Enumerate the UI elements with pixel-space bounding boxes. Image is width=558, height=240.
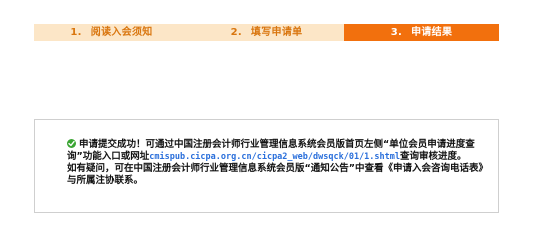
result-panel: 申请提交成功！可通过中国注册会计师行业管理信息系统会员版首页左侧“单位会员申请进… (34, 119, 499, 213)
progress-steps: 1. 阅读入会须知 2. 填写申请单 3. 申请结果 (34, 24, 499, 41)
step-label: 阅读入会须知 (90, 27, 153, 38)
step-label: 申请结果 (411, 27, 453, 38)
step-label: 填写申请单 (250, 27, 303, 38)
step-fill-application: 2. 填写申请单 (189, 24, 344, 41)
step-number: 1. (70, 27, 82, 38)
result-message: 申请提交成功！可通过中国注册会计师行业管理信息系统会员版首页左侧“单位会员申请进… (67, 139, 491, 187)
progress-query-link[interactable]: cmispub.cicpa.org.cn/cicpa2_web/dwsqck/0… (149, 152, 400, 162)
step-read-notice: 1. 阅读入会须知 (34, 24, 189, 41)
check-circle-icon (67, 139, 76, 148)
step-number: 3. (390, 27, 403, 38)
help-message: 如有疑问，可在中国注册会计师行业管理信息系统会员版“通知公告”中查看《申请入会咨… (67, 163, 488, 186)
step-application-result: 3. 申请结果 (344, 24, 499, 41)
step-number: 2. (230, 27, 242, 38)
success-message-end: 查询审核进度。 (400, 151, 467, 162)
